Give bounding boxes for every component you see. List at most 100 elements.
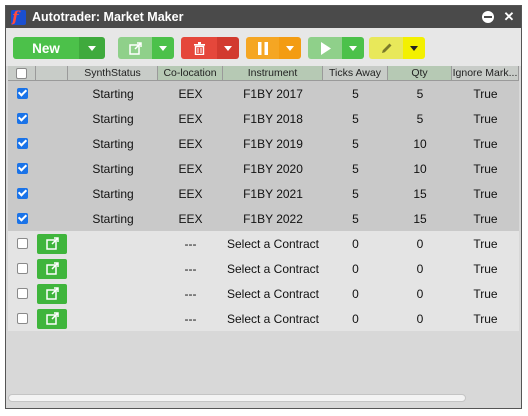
row-open-cell[interactable] — [36, 306, 68, 331]
row-checkbox-cell[interactable] — [8, 281, 36, 306]
row-checkbox-cell[interactable] — [8, 131, 36, 156]
header-ticks-away[interactable]: Ticks Away — [323, 66, 388, 81]
ticks-away-cell: 5 — [352, 161, 359, 176]
ticks-away-cell: 5 — [352, 111, 359, 126]
ticks-away-cell: 5 — [352, 211, 359, 226]
instrument-cell[interactable]: F1BY 2017 — [223, 81, 323, 106]
pencil-icon — [381, 43, 391, 53]
table-row[interactable]: --- Select a Contract 0 0 True — [8, 256, 519, 281]
row-checkbox[interactable] — [16, 213, 28, 224]
open-contract-button[interactable] — [37, 233, 67, 254]
delete-button[interactable] — [181, 37, 217, 59]
synthstatus-cell: Starting — [92, 86, 134, 101]
table-row[interactable]: Starting EEX F1BY 2020 5 10 True — [8, 156, 519, 181]
row-checkbox[interactable] — [16, 313, 28, 324]
ignore-market-cell: True — [473, 261, 498, 276]
table-row[interactable]: --- Select a Contract 0 0 True — [8, 231, 519, 256]
pause-icon — [257, 41, 268, 55]
row-checkbox-cell[interactable] — [8, 81, 36, 106]
external-link-icon — [45, 262, 59, 275]
table-row[interactable]: --- Select a Contract 0 0 True — [8, 306, 519, 331]
open-contract-button[interactable] — [37, 283, 67, 304]
select-all-checkbox[interactable] — [16, 67, 27, 79]
app-logo-icon: f — [11, 9, 26, 25]
row-checkbox-cell[interactable] — [8, 181, 36, 206]
minimize-icon[interactable] — [482, 11, 494, 23]
grid-header: SynthStatus Co-location Instrument Ticks… — [8, 66, 519, 81]
header-select-all[interactable] — [8, 66, 36, 81]
instrument-cell[interactable]: F1BY 2020 — [223, 156, 323, 181]
row-checkbox[interactable] — [16, 188, 28, 199]
pause-dropdown-button[interactable] — [279, 37, 301, 59]
row-checkbox-cell[interactable] — [8, 231, 36, 256]
header-colocation[interactable]: Co-location — [158, 66, 223, 81]
play-button-group — [308, 37, 364, 59]
row-checkbox[interactable] — [16, 138, 28, 149]
pause-button-group — [246, 37, 301, 59]
ignore-market-cell: True — [473, 111, 498, 126]
edit-dropdown-button[interactable] — [403, 37, 425, 59]
row-open-cell[interactable] — [36, 281, 68, 306]
row-checkbox-cell[interactable] — [8, 206, 36, 231]
table-row[interactable]: Starting EEX F1BY 2019 5 10 True — [8, 131, 519, 156]
pause-button[interactable] — [246, 37, 279, 59]
header-open — [36, 66, 68, 81]
table-row[interactable]: Starting EEX F1BY 2018 5 5 True — [8, 106, 519, 131]
header-synthstatus[interactable]: SynthStatus — [68, 66, 158, 81]
close-icon[interactable]: ✕ — [500, 9, 518, 25]
play-icon — [320, 41, 331, 55]
qty-cell: 5 — [416, 86, 424, 101]
row-checkbox[interactable] — [16, 288, 28, 299]
launch-button[interactable] — [118, 37, 152, 59]
play-button[interactable] — [308, 37, 342, 59]
qty-cell: 5 — [416, 111, 424, 126]
launch-dropdown-button[interactable] — [152, 37, 174, 59]
row-checkbox-cell[interactable] — [8, 106, 36, 131]
colocation-cell: --- — [184, 311, 197, 326]
row-checkbox[interactable] — [16, 238, 28, 249]
table-row[interactable]: Starting EEX F1BY 2017 5 5 True — [8, 81, 519, 106]
row-checkbox-cell[interactable] — [8, 156, 36, 181]
qty-cell: 15 — [413, 186, 427, 201]
delete-dropdown-button[interactable] — [217, 37, 239, 59]
delete-button-group — [181, 37, 239, 59]
instrument-cell[interactable]: F1BY 2019 — [223, 131, 323, 156]
row-checkbox[interactable] — [16, 163, 28, 174]
instrument-cell[interactable]: Select a Contract — [223, 256, 323, 281]
new-dropdown-button[interactable] — [79, 37, 105, 59]
row-checkbox[interactable] — [16, 88, 28, 99]
synthstatus-cell: Starting — [92, 111, 134, 126]
instrument-cell[interactable]: F1BY 2018 — [223, 106, 323, 131]
table-row[interactable]: Starting EEX F1BY 2022 5 15 True — [8, 206, 519, 231]
title-bar[interactable]: f Autotrader: Market Maker ✕ — [6, 6, 521, 28]
play-dropdown-button[interactable] — [342, 37, 364, 59]
colocation-cell: EEX — [178, 211, 203, 226]
new-button[interactable]: New — [13, 37, 79, 59]
instrument-cell[interactable]: F1BY 2022 — [223, 206, 323, 231]
table-row[interactable]: --- Select a Contract 0 0 True — [8, 281, 519, 306]
header-instrument[interactable]: Instrument — [223, 66, 323, 81]
instrument-cell[interactable]: Select a Contract — [223, 231, 323, 256]
synthstatus-cell: Starting — [92, 161, 134, 176]
header-qty[interactable]: Qty — [388, 66, 452, 81]
instrument-cell[interactable]: F1BY 2021 — [223, 181, 323, 206]
instrument-cell[interactable]: Select a Contract — [223, 306, 323, 331]
row-checkbox[interactable] — [16, 113, 28, 124]
open-contract-button[interactable] — [37, 308, 67, 329]
row-checkbox-cell[interactable] — [8, 256, 36, 281]
ticks-away-cell: 5 — [352, 186, 359, 201]
header-ignore-market[interactable]: Ignore Mark... — [452, 66, 519, 81]
row-checkbox-cell[interactable] — [8, 306, 36, 331]
ticks-away-cell: 5 — [352, 86, 359, 101]
new-button-group: New — [13, 37, 105, 59]
qty-cell: 0 — [416, 286, 424, 301]
row-open-cell[interactable] — [36, 256, 68, 281]
external-link-icon — [128, 41, 142, 55]
instrument-cell[interactable]: Select a Contract — [223, 281, 323, 306]
edit-button[interactable] — [369, 37, 403, 59]
row-open-cell[interactable] — [36, 231, 68, 256]
open-contract-button[interactable] — [37, 258, 67, 279]
table-row[interactable]: Starting EEX F1BY 2021 5 15 True — [8, 181, 519, 206]
row-checkbox[interactable] — [16, 263, 28, 274]
horizontal-scrollbar[interactable] — [8, 394, 466, 402]
